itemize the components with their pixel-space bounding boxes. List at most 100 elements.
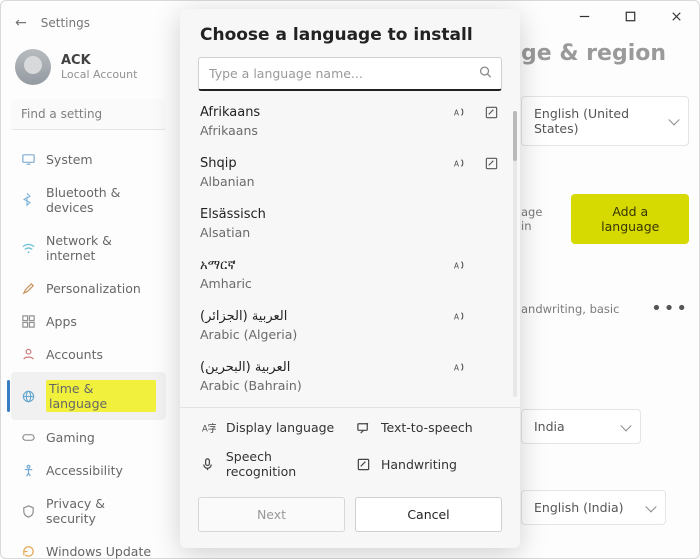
language-item[interactable]: العربية (الجزائر) Arabic (Algeria) A	[200, 309, 500, 342]
sidebar-item-bluetooth-devices[interactable]: Bluetooth & devices	[11, 177, 166, 223]
display-icon	[21, 152, 36, 167]
add-language-button[interactable]: Add a language	[571, 194, 689, 244]
language-region-page: ge & region English (United States) age …	[521, 41, 689, 548]
language-native: Elsässisch	[200, 207, 436, 222]
back-icon[interactable]: ←	[15, 15, 27, 31]
typing-hint: age in	[521, 205, 553, 233]
language-search-input[interactable]	[198, 57, 502, 91]
language-native: العربية (البحرين)	[200, 360, 436, 375]
sidebar-item-gaming[interactable]: Gaming	[11, 422, 166, 453]
wifi-icon	[21, 241, 36, 256]
sidebar-item-personalization[interactable]: Personalization	[11, 273, 166, 304]
language-native: العربية (الجزائر)	[200, 309, 436, 324]
legend-tts: Text-to-speech	[355, 420, 500, 435]
sidebar-item-label: Accounts	[46, 347, 103, 362]
sidebar-item-label: Personalization	[46, 281, 141, 296]
person-icon	[21, 347, 36, 362]
find-setting-input[interactable]	[11, 99, 166, 130]
sidebar-item-label: Time & language	[46, 380, 156, 412]
svg-text:A: A	[454, 108, 460, 117]
game-icon	[21, 430, 36, 445]
dialog-title: Choose a language to install	[180, 9, 520, 57]
search-icon	[478, 65, 493, 84]
capability-legend: A字 Display language Text-to-speech Speec…	[180, 407, 520, 489]
language-item[interactable]: العربية (البحرين) Arabic (Bahrain) A	[200, 360, 500, 393]
next-button[interactable]: Next	[198, 497, 345, 532]
country-select[interactable]: India	[521, 409, 641, 444]
language-english: Arabic (Algeria)	[200, 327, 436, 342]
language-list: Afrikaans Afrikaans A Shqip Albanian A Elsässi…	[180, 101, 514, 397]
language-item[interactable]: Shqip Albanian A	[200, 156, 500, 189]
sidebar-item-time-language[interactable]: Time & language	[11, 372, 166, 420]
language-english: Amharic	[200, 276, 436, 291]
language-english: Albanian	[200, 174, 436, 189]
more-icon[interactable]: •••	[651, 298, 689, 319]
update-icon	[21, 544, 36, 559]
tts-icon: A	[452, 360, 468, 375]
regional-format-select[interactable]: English (India)	[521, 490, 666, 525]
language-item[interactable]: አማርኛ Amharic A	[200, 258, 500, 291]
svg-text:A: A	[454, 312, 460, 321]
features-hint: andwriting, basic	[521, 302, 619, 316]
language-english: Arabic (Bahrain)	[200, 378, 436, 393]
settings-sidebar: ← Settings ACK Local Account System Bluet…	[1, 1, 176, 558]
sidebar-item-label: Accessibility	[46, 463, 123, 478]
sidebar-item-apps[interactable]: Apps	[11, 306, 166, 337]
cancel-button[interactable]: Cancel	[355, 497, 502, 532]
regional-format-value: English (India)	[534, 500, 624, 515]
sidebar-item-network-internet[interactable]: Network & internet	[11, 225, 166, 271]
sidebar-item-label: System	[46, 152, 93, 167]
country-value: India	[534, 419, 565, 434]
close-button[interactable]	[653, 1, 699, 31]
legend-display-language: A字 Display language	[200, 420, 345, 435]
language-native: አማርኛ	[200, 258, 436, 273]
display-language-icon: A字	[200, 420, 216, 435]
handwriting-icon	[484, 105, 500, 120]
language-native: Shqip	[200, 156, 436, 171]
sidebar-item-windows-update[interactable]: Windows Update	[11, 536, 166, 559]
brush-icon	[21, 281, 36, 296]
legend-speech: Speech recognition	[200, 449, 345, 479]
grid-icon	[21, 314, 36, 329]
scrollbar[interactable]	[513, 111, 517, 397]
sidebar-item-privacy-security[interactable]: Privacy & security	[11, 488, 166, 534]
handwriting-icon	[484, 156, 500, 171]
sidebar-item-label: Windows Update	[46, 544, 151, 559]
shield-icon	[21, 504, 36, 519]
choose-language-dialog: Choose a language to install AfrikaansAf…	[180, 9, 520, 548]
profile-sub: Local Account	[61, 68, 137, 81]
avatar	[15, 49, 51, 85]
legend-handwriting: Handwriting	[355, 449, 500, 479]
profile-name: ACK	[61, 53, 137, 68]
language-english: Afrikaans	[200, 123, 436, 138]
language-item[interactable]: Elsässisch Alsatian	[200, 207, 500, 240]
language-native: Afrikaans	[200, 105, 436, 120]
minimize-button[interactable]	[561, 1, 607, 31]
svg-text:字: 字	[207, 422, 215, 435]
display-language-select[interactable]: English (United States)	[521, 96, 689, 146]
tts-icon: A	[452, 258, 468, 273]
page-title: ge & region	[521, 41, 689, 66]
nav-list: System Bluetooth & devices Network & inter…	[11, 144, 166, 559]
tts-icon: A	[452, 105, 468, 120]
language-english: Alsatian	[200, 225, 436, 240]
app-title: Settings	[41, 16, 90, 30]
maximize-button[interactable]	[607, 1, 653, 31]
profile-block[interactable]: ACK Local Account	[11, 45, 166, 99]
access-icon	[21, 463, 36, 478]
tts-icon: A	[452, 309, 468, 324]
mic-icon	[200, 457, 216, 472]
svg-text:A: A	[454, 363, 460, 372]
sidebar-item-label: Privacy & security	[46, 496, 156, 526]
handwriting-icon	[355, 457, 371, 472]
sidebar-item-system[interactable]: System	[11, 144, 166, 175]
window-controls	[561, 1, 699, 31]
sidebar-item-accessibility[interactable]: Accessibility	[11, 455, 166, 486]
svg-text:A: A	[454, 261, 460, 270]
sidebar-item-accounts[interactable]: Accounts	[11, 339, 166, 370]
language-item[interactable]: Afrikaans Afrikaans A	[200, 105, 500, 138]
sidebar-item-label: Bluetooth & devices	[46, 185, 156, 215]
svg-text:A: A	[454, 159, 460, 168]
bluetooth-icon	[21, 193, 36, 208]
sidebar-item-label: Gaming	[46, 430, 95, 445]
